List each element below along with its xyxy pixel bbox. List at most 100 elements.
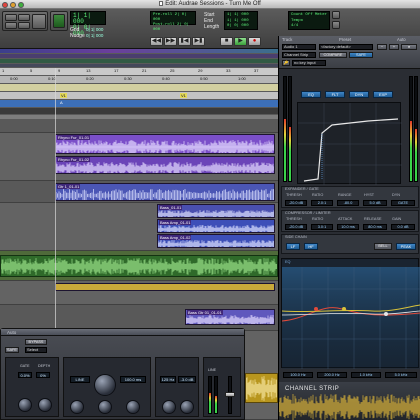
preset-prev-button[interactable]: − [377, 44, 387, 50]
eq-band-1-freq[interactable]: 100.0 Hz [283, 372, 313, 378]
edit-mode-group [2, 11, 48, 31]
nudge-value[interactable]: 0| 1| 000 [86, 33, 103, 38]
audio-clip[interactable]: Rhyno Fur_01-01 [55, 134, 275, 154]
audio-clip[interactable]: Gtr 1_01-01 [55, 183, 275, 201]
smart-tool-button[interactable] [53, 14, 65, 28]
time-50-label: 0:50 [200, 76, 208, 81]
main-counter[interactable]: 1| 1| 000 0| 0| 000 [70, 11, 106, 37]
selection-display[interactable]: 1| 1| 000 1| 1| 000 0| 0| 000 [224, 11, 258, 30]
gate-knob[interactable] [18, 398, 32, 412]
audio-clip-green[interactable] [0, 255, 278, 277]
track-6[interactable] [0, 281, 278, 305]
record-icon[interactable]: ● [248, 37, 261, 46]
dynamics-mode-button[interactable]: DYN [349, 91, 369, 98]
metronome-button[interactable] [332, 11, 340, 19]
comp-release-value[interactable]: 80.0 ms [363, 224, 387, 230]
eq-mode-button[interactable]: EQ [301, 91, 321, 98]
bypass-button[interactable]: BYPASS [25, 339, 47, 345]
go-to-end-icon[interactable]: ▶▮ [192, 37, 205, 46]
sc-bell-button[interactable]: BELL [374, 243, 392, 250]
audio-clip[interactable]: Bass_01-01 [157, 204, 275, 218]
go-to-start-icon[interactable]: ▮◀ [178, 37, 191, 46]
marker-v1-b[interactable]: V1 [180, 93, 187, 98]
audio-clip-marker-lane[interactable] [55, 283, 275, 291]
filter-mode-button[interactable]: FLT [325, 91, 345, 98]
eq-band-4-freq[interactable]: 5.0 kHz [385, 372, 417, 378]
sc-hf-button[interactable]: HF [304, 243, 318, 250]
depth-knob[interactable] [38, 398, 52, 412]
eq-band-2-freq[interactable]: 200.0 Hz [317, 372, 347, 378]
filter-section: LINE 100.0 ms [63, 357, 151, 417]
preset-selector[interactable]: Select [25, 347, 47, 353]
comp-thresh-value[interactable]: -20.0 dB [285, 224, 307, 230]
audio-clip[interactable]: Rhyno Fur_01-02 [55, 156, 275, 174]
track-2[interactable]: Rhyno Fur_01-01 Rhyno Fur_01-02 [0, 133, 278, 181]
key-ruler[interactable]: A [0, 100, 278, 107]
pre-post-roll-display[interactable]: Pre-roll 2| 0| 000 Post-roll 2| 0| 000 [150, 11, 196, 32]
audio-clip-gold[interactable] [245, 373, 278, 403]
line-knob[interactable] [94, 374, 116, 396]
track-5[interactable] [0, 251, 278, 281]
zoom-tool-button[interactable] [32, 14, 46, 29]
depth-value[interactable]: 0% [36, 372, 50, 378]
grid-mode-button[interactable] [18, 22, 30, 29]
output-value[interactable]: -3.0 dB [178, 376, 196, 383]
line-value[interactable]: LINE [70, 376, 90, 383]
tempo-ruler[interactable] [0, 84, 278, 91]
markers-ruler[interactable]: V1 V1 [0, 92, 278, 99]
stop-icon[interactable]: ■ [220, 37, 233, 46]
expander-ratio-value[interactable]: 2.0:1 [311, 200, 333, 206]
shuffle-mode-button[interactable] [5, 14, 17, 21]
conductor-button[interactable] [332, 21, 340, 29]
eq-band-3-freq[interactable]: 1.0 kHz [351, 372, 381, 378]
universe-overview-bar[interactable] [0, 49, 278, 53]
play-icon[interactable]: ▶ [234, 37, 247, 46]
expander-thresh-value[interactable]: -20.0 dB [285, 200, 307, 206]
marker-v1[interactable]: V1 [60, 93, 67, 98]
sc-lf-button[interactable]: LF [286, 243, 300, 250]
output-knob[interactable] [180, 400, 194, 414]
expander-hyst-value[interactable]: 5.0 dB [363, 200, 387, 206]
hi-knob[interactable] [126, 400, 140, 414]
output-fader-handle[interactable] [225, 392, 235, 397]
eq-graph[interactable]: EQ [281, 258, 420, 369]
spot-mode-button[interactable] [18, 14, 30, 21]
dynamics-graph[interactable] [297, 102, 402, 185]
rewind-icon[interactable]: ◀◀ [150, 37, 163, 46]
meter-tempo-display[interactable]: Count Off Meter Tempo 4/4 [288, 11, 330, 30]
safe-button[interactable]: SAFE [5, 347, 19, 353]
time-value[interactable]: 100.0 ms [120, 376, 146, 383]
expander-mode-button[interactable]: EXP [373, 91, 393, 98]
safe-button[interactable]: SAFE [349, 52, 373, 58]
fast-forward-icon[interactable]: ▶▶ [164, 37, 177, 46]
expander-range-value[interactable]: -80.0 [337, 200, 359, 206]
key-input-selector[interactable]: no key input [292, 60, 326, 66]
preset-next-button[interactable]: + [389, 44, 399, 50]
audio-clip[interactable]: Bass Amp_01-01 [157, 219, 275, 233]
audio-clip[interactable]: Bass Gtr 01_01-01 [185, 309, 275, 325]
insert-selector[interactable]: Channel Strip [282, 52, 316, 58]
frequency-value[interactable]: 125 Hz [160, 376, 176, 383]
preset-selector[interactable]: <factory default> [319, 44, 373, 50]
bars-beats-ruler[interactable]: 1 5 9 13 17 21 25 29 33 37 [0, 68, 278, 75]
comp-ratio-value[interactable]: 3.0:1 [311, 224, 333, 230]
compare-button[interactable]: COMPARE [319, 52, 347, 58]
mid-knob[interactable] [98, 400, 112, 414]
track-4[interactable]: Bass_01-01 Bass Amp_01-01 Bass Amp_01-02 [0, 203, 278, 251]
comp-attack-value[interactable]: 10.0 ms [337, 224, 359, 230]
track-1[interactable] [0, 119, 278, 133]
sc-peak-button[interactable]: PEAK [396, 243, 416, 250]
freq-knob[interactable] [162, 400, 176, 414]
track-3[interactable]: Gtr 1_01-01 [0, 181, 278, 203]
gate-value[interactable]: 0.0% [18, 372, 32, 378]
track-selector[interactable]: Audio 1 [282, 44, 316, 50]
timecode-ruler[interactable]: 0:00 0:10 0:20 0:30 0:40 0:50 1:00 [0, 76, 278, 83]
key-icon[interactable]: 🔑 [282, 60, 290, 66]
slip-mode-button[interactable] [5, 22, 17, 29]
comp-gain-value[interactable]: 0.0 dB [391, 224, 415, 230]
auto-button[interactable]: ● [401, 44, 417, 50]
expander-dyn-value[interactable]: GATE [391, 200, 415, 206]
audio-clip[interactable]: Bass Amp_01-02 [157, 234, 275, 248]
grid-value[interactable]: 0| 1| 000 [86, 27, 103, 32]
lo-knob[interactable] [70, 400, 84, 414]
